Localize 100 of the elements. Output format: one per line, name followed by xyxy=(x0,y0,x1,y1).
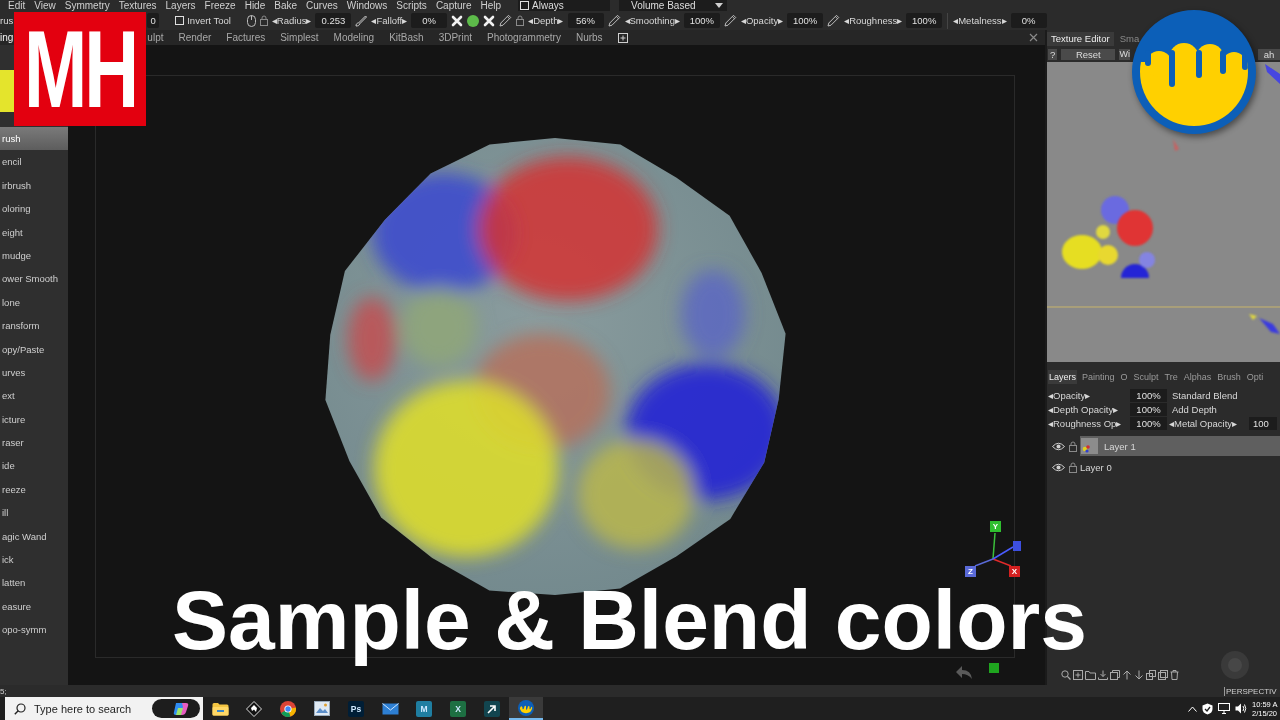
workspace-tab[interactable]: Photogrammetry xyxy=(487,30,561,45)
tool-item[interactable]: opo-symm xyxy=(0,618,68,642)
value-field[interactable]: 56% xyxy=(567,13,604,28)
spinner-label[interactable]: ◂Smoothing▸ xyxy=(624,15,680,26)
menu-item[interactable]: View xyxy=(34,0,56,11)
taskbar-button[interactable]: X xyxy=(441,697,475,720)
blend-mode-label[interactable]: Standard Blend xyxy=(1172,389,1238,401)
tool-item[interactable]: urves xyxy=(0,360,68,385)
download-icon[interactable] xyxy=(1098,670,1108,680)
tool-item[interactable]: raser xyxy=(0,431,68,455)
taskbar-button[interactable]: M xyxy=(407,697,441,720)
value-field[interactable]: 100 xyxy=(1249,416,1277,430)
tool-item[interactable]: irbrush xyxy=(0,173,68,198)
drip-logo-icon[interactable] xyxy=(518,699,534,716)
panel-tab[interactable]: Layers xyxy=(1048,370,1077,384)
always-dropdown[interactable]: Always xyxy=(518,0,611,11)
menu-item[interactable]: Curves xyxy=(306,0,338,11)
value-field[interactable]: 100% xyxy=(787,13,824,28)
spinner-label[interactable]: ◂Depth Opacity▸ xyxy=(1047,403,1130,415)
menu-item[interactable]: Freeze xyxy=(204,0,236,11)
menu-item[interactable]: Help xyxy=(480,0,502,11)
tool-item[interactable]: ower Smooth xyxy=(0,267,68,291)
pencil-icon[interactable] xyxy=(499,14,513,27)
panel-tab[interactable]: Texture Editor xyxy=(1047,32,1114,46)
tool-item[interactable]: encil xyxy=(0,150,68,174)
tool-item[interactable]: latten xyxy=(0,571,68,595)
browser-icon[interactable] xyxy=(280,700,296,717)
close-icon[interactable] xyxy=(1029,33,1038,42)
panel-tab[interactable]: Alphas xyxy=(1182,370,1213,384)
menu-item[interactable]: Layers xyxy=(165,0,196,11)
add-layer-icon[interactable] xyxy=(1073,670,1083,680)
lock-icon[interactable] xyxy=(1069,440,1077,452)
layer-item[interactable]: Layer 1 xyxy=(1080,436,1280,456)
add-tab-icon[interactable] xyxy=(617,32,628,43)
panel-tab[interactable]: O xyxy=(1119,370,1129,384)
envelope-icon[interactable] xyxy=(381,702,399,715)
tool-item[interactable]: ide xyxy=(0,454,68,478)
menu-item[interactable]: Bake xyxy=(274,0,298,11)
menu-item[interactable]: Symmetry xyxy=(64,0,110,11)
workspace-tab[interactable]: Factures xyxy=(226,30,266,45)
tool-item[interactable]: easure xyxy=(0,594,68,619)
layer-item[interactable]: Layer 0 xyxy=(1080,458,1280,476)
spinner-label[interactable]: ◂Metal Opacity▸ xyxy=(1169,417,1249,429)
panel-tab[interactable]: Sma xyxy=(1115,32,1144,46)
menu-item[interactable]: Hide xyxy=(244,0,266,11)
trash-icon[interactable] xyxy=(1170,670,1179,680)
workspace-tab[interactable]: Simplest xyxy=(280,30,319,45)
shield-icon[interactable] xyxy=(1202,702,1213,715)
brush-icon[interactable] xyxy=(355,14,368,27)
workspace-tab[interactable]: 3DPrint xyxy=(438,30,472,45)
folder-icon[interactable] xyxy=(211,701,229,716)
panel-button[interactable]: Wi xyxy=(1119,49,1131,60)
lock-icon[interactable] xyxy=(1069,461,1077,473)
diamond-icon[interactable] xyxy=(246,700,262,717)
tool-item[interactable]: ick xyxy=(0,548,68,572)
mode-dropdown[interactable]: Volume Based xyxy=(619,0,728,11)
tool-item[interactable]: opy/Paste xyxy=(0,337,68,361)
tool-button[interactable]: rus xyxy=(0,12,14,29)
value-field[interactable]: 100% xyxy=(1130,388,1167,402)
spinner-label[interactable]: ◂Roughness▸ xyxy=(844,15,903,26)
search-field[interactable]: Type here to search xyxy=(34,700,148,717)
speaker-icon[interactable] xyxy=(1235,703,1247,714)
eye-icon[interactable] xyxy=(1052,441,1065,451)
cross-icon[interactable] xyxy=(451,14,464,27)
menu-item[interactable]: Capture xyxy=(435,0,472,11)
panel-tab[interactable]: Sculpt xyxy=(1132,370,1160,384)
down-arrow-icon[interactable] xyxy=(1134,670,1144,680)
workspace-tab[interactable]: Render xyxy=(178,30,212,45)
tool-item[interactable]: ransform xyxy=(0,314,68,338)
cross-icon[interactable] xyxy=(483,14,496,27)
panel-tab[interactable]: Brush xyxy=(1216,370,1242,384)
menu-item[interactable]: Scripts xyxy=(396,0,427,11)
value-field[interactable]: 100% xyxy=(906,13,943,28)
monitor-icon[interactable] xyxy=(1218,703,1230,714)
panel-button[interactable]: ah xyxy=(1258,49,1280,60)
assistant-button[interactable] xyxy=(152,699,200,718)
value-field[interactable]: 0 xyxy=(147,13,160,28)
panel-tab[interactable]: Tre xyxy=(1163,370,1179,384)
color-swatch[interactable] xyxy=(0,70,14,112)
lock-icon[interactable] xyxy=(516,15,525,26)
pencil-icon[interactable] xyxy=(723,14,737,27)
value-field[interactable]: 100% xyxy=(1130,402,1167,416)
view-label[interactable]: PERSPECTIV xyxy=(1224,686,1280,696)
search-icon[interactable] xyxy=(1061,670,1071,680)
value-field[interactable]: 100% xyxy=(1130,416,1167,430)
value-field[interactable]: 100% xyxy=(683,13,720,28)
checkbox[interactable] xyxy=(175,16,185,25)
spinner-label[interactable]: ◂Opacity▸ xyxy=(740,15,784,26)
workspace-tab[interactable]: ulpt xyxy=(147,30,164,45)
blend-mode-label[interactable]: Add Depth xyxy=(1172,403,1217,415)
panel-button[interactable]: Reset xyxy=(1061,49,1116,60)
tool-item[interactable]: eight xyxy=(0,220,68,244)
tool-item[interactable]: agic Wand xyxy=(0,524,68,549)
search-bar[interactable]: Type here to search xyxy=(5,697,203,720)
dot-icon[interactable] xyxy=(467,14,480,27)
checkbox[interactable] xyxy=(520,1,530,10)
tool-item[interactable]: reeze xyxy=(0,477,68,502)
taskbar-button[interactable]: Ps xyxy=(339,697,373,720)
invert-tool-toggle[interactable]: Invert Tool xyxy=(175,15,231,26)
workspace-tab[interactable]: Modeling xyxy=(333,30,375,45)
